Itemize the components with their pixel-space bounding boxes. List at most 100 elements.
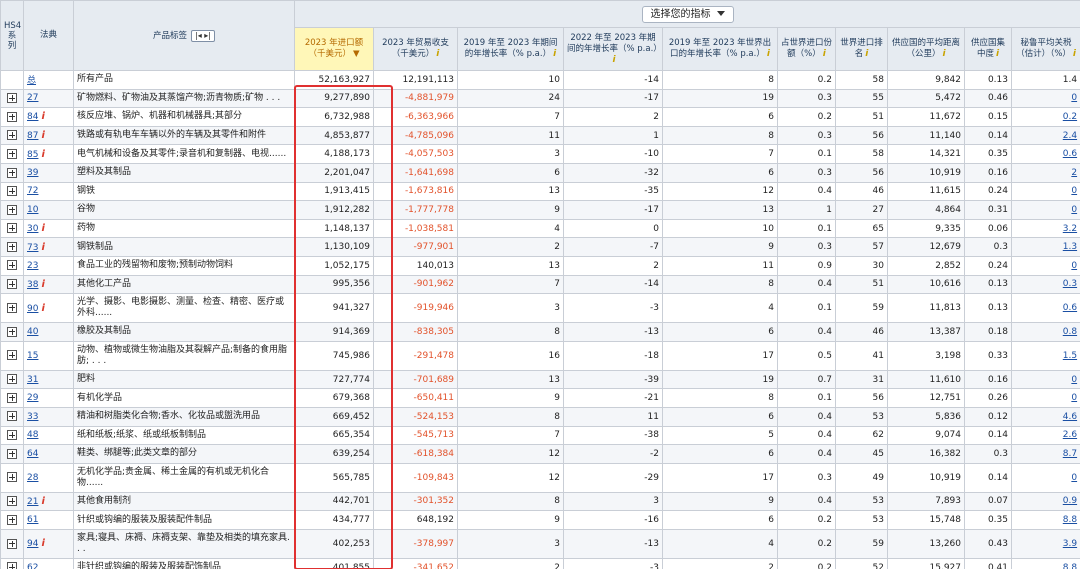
tariff-value-link[interactable]: 0 <box>1071 473 1077 483</box>
product-code-link[interactable]: 64 <box>27 449 38 459</box>
table-row[interactable]: 总 所有产品 52,163,927 12,191,113 10 -14 8 0.2 58 9,84… <box>0 70 1080 90</box>
info-icon[interactable]: i <box>553 49 556 60</box>
indicator-select[interactable]: 选择您的指标 <box>641 5 734 23</box>
tariff-value-link[interactable]: 4.6 <box>1063 412 1077 422</box>
tariff-value-link[interactable]: 0.3 <box>1063 279 1077 289</box>
expand-plus-icon[interactable] <box>7 223 17 234</box>
info-icon[interactable]: i <box>41 130 44 141</box>
tariff-value-link[interactable]: 0 <box>1071 375 1077 385</box>
product-code-link[interactable]: 总 <box>27 76 36 86</box>
product-code-link[interactable]: 72 <box>27 186 38 196</box>
tariff-value-link[interactable]: 2.6 <box>1063 430 1077 440</box>
product-code-link[interactable]: 27 <box>27 93 38 103</box>
product-code-link[interactable]: 10 <box>27 205 38 215</box>
table-row[interactable]: 21 i 其他食用制剂 442,701 -301,352 8 3 9 0.4 53 7,893 0.0… <box>0 491 1080 512</box>
tariff-value-link[interactable]: 8.7 <box>1063 449 1077 459</box>
column-header-6[interactable]: 占世界进口份额（%） i <box>777 27 836 71</box>
tariff-value-link[interactable]: 0 <box>1071 186 1077 196</box>
tariff-value-link[interactable]: 2 <box>1071 168 1077 178</box>
product-code-link[interactable]: 62 <box>27 563 38 569</box>
column-header-8[interactable]: 供应国的平均距离（公里） i <box>887 27 965 71</box>
expand-plus-icon[interactable] <box>7 374 17 385</box>
table-row[interactable]: 10 谷物 1,912,282 -1,777,778 9 -17 13 1 27 4,864 0.3… <box>0 200 1080 220</box>
tariff-value-link[interactable]: 0.8 <box>1063 327 1077 337</box>
expand-plus-icon[interactable] <box>7 302 17 313</box>
info-icon[interactable]: i <box>41 149 44 160</box>
expand-plus-icon[interactable] <box>7 411 17 422</box>
expand-plus-icon[interactable] <box>7 448 17 459</box>
product-code-link[interactable]: 84 <box>27 112 38 122</box>
tariff-value-link[interactable]: 0.2 <box>1063 112 1077 122</box>
table-row[interactable]: 27 矿物燃料、矿物油及其蒸馏产物;沥青物质;矿物 . . . 9,277,890-… <box>0 88 1080 109</box>
table-row[interactable]: 94 i 家具;寝具、床褥、床褥支架、靠垫及相类的填充家具. . . 402,253-… <box>0 528 1080 559</box>
column-header-3[interactable]: 2019 年至 2023 年期间的年增长率（% p.a.） i <box>457 27 564 71</box>
table-row[interactable]: 87 i 铁路或有轨电车车辆以外的车辆及其零件和附件 4,853,877 -4,785,… <box>0 125 1080 146</box>
info-icon[interactable]: i <box>767 49 770 60</box>
table-row[interactable]: 90 i 光学、摄影、电影摄影、测量、检查、精密、医疗或外科...... 941,32… <box>0 293 1080 324</box>
table-row[interactable]: 39 塑料及其制品 2,201,047 -1,641,698 6 -32 6 0.3 56 10,… <box>0 162 1080 183</box>
table-row[interactable]: 31 肥料 727,774 -701,689 13 -39 19 0.7 31 11,610 0.1… <box>0 369 1080 390</box>
product-code-link[interactable]: 90 <box>27 304 38 314</box>
info-icon[interactable]: i <box>942 49 945 60</box>
info-icon[interactable]: i <box>41 223 44 234</box>
product-code-link[interactable]: 38 <box>27 280 38 290</box>
table-row[interactable]: 48 纸和纸板;纸浆、纸或纸板制制品 665,354 -545,713 7 -38 5 0.4… <box>0 425 1080 446</box>
info-icon[interactable]: i <box>41 242 44 253</box>
table-row[interactable]: 84 i 核反应堆、锅炉、机器和机械器具;其部分 6,732,988 -6,363,96… <box>0 107 1080 127</box>
product-code-link[interactable]: 31 <box>27 375 38 385</box>
tariff-value-link[interactable]: 0 <box>1071 261 1077 271</box>
product-code-link[interactable]: 39 <box>27 168 38 178</box>
tariff-value-link[interactable]: 0 <box>1071 393 1077 403</box>
expand-plus-icon[interactable] <box>7 186 17 197</box>
table-row[interactable]: 62 非针织或钩编的服装及服装配饰制品 401,855 -341,652 2 -3 2 0.2… <box>0 557 1080 569</box>
column-header-5[interactable]: 2019 年至 2023 年世界出口的年增长率（% p.a.） i <box>662 27 778 71</box>
column-width-toggle-icon[interactable]: |◂ ▸| <box>191 29 215 42</box>
info-icon[interactable]: i <box>41 111 44 122</box>
info-icon[interactable]: i <box>41 303 44 314</box>
info-icon[interactable]: i <box>436 49 439 60</box>
table-row[interactable]: 61 针织或钩编的服装及服装配件制品 434,777 648,192 9 -16 6 0.2 5… <box>0 510 1080 530</box>
table-row[interactable]: 40 橡胶及其制品 914,369 -838,305 8 -13 6 0.4 46 13,387 0… <box>0 322 1080 342</box>
expand-plus-icon[interactable] <box>7 326 17 337</box>
tariff-value-link[interactable]: 0.6 <box>1063 303 1077 313</box>
info-icon[interactable]: i <box>996 49 999 60</box>
product-code-link[interactable]: 40 <box>27 327 38 337</box>
expand-plus-icon[interactable] <box>7 350 17 361</box>
expand-plus-icon[interactable] <box>7 204 17 215</box>
expand-plus-icon[interactable] <box>7 241 17 252</box>
expand-plus-icon[interactable] <box>7 148 17 159</box>
info-icon[interactable]: i <box>41 279 44 290</box>
tariff-value-link[interactable]: 1.3 <box>1063 242 1077 252</box>
column-header-9[interactable]: 供应国集中度 i <box>964 27 1012 71</box>
product-code-link[interactable]: 87 <box>27 131 38 141</box>
expand-plus-icon[interactable] <box>7 562 17 569</box>
expand-plus-icon[interactable] <box>7 514 17 525</box>
product-label-header[interactable]: 产品标签 |◂ ▸| <box>73 0 295 71</box>
product-code-link[interactable]: 33 <box>27 412 38 422</box>
expand-plus-icon[interactable] <box>7 260 17 271</box>
table-row[interactable]: 30 i 药物 1,148,137 -1,038,581 4 0 10 0.1 65 9,335 0.… <box>0 218 1080 239</box>
column-header-2[interactable]: 2023 年贸易收支（千美元） i <box>373 27 458 71</box>
table-row[interactable]: 29 有机化学品 679,368 -650,411 9 -21 8 0.1 56 12,751 0.… <box>0 388 1080 408</box>
expand-plus-icon[interactable] <box>7 167 17 178</box>
product-code-link[interactable]: 94 <box>27 539 38 549</box>
table-row[interactable]: 23 食品工业的残留物和废物;预制动物饲料 1,052,175 140,013 13 2 1… <box>0 255 1080 276</box>
tariff-value-link[interactable]: 1.5 <box>1063 351 1077 361</box>
tariff-value-link[interactable]: 8.8 <box>1063 563 1077 569</box>
info-icon[interactable]: i <box>41 496 44 507</box>
product-code-link[interactable]: 30 <box>27 224 38 234</box>
tariff-value-link[interactable]: 8.8 <box>1063 515 1077 525</box>
expand-plus-icon[interactable] <box>7 130 17 141</box>
expand-plus-icon[interactable] <box>7 472 17 483</box>
product-code-link[interactable]: 85 <box>27 150 38 160</box>
column-header-4[interactable]: 2022 年至 2023 年期间的年增长率（% p.a.）i <box>563 27 663 71</box>
column-header-7[interactable]: 世界进口排名 i <box>835 27 888 71</box>
product-code-link[interactable]: 73 <box>27 243 38 253</box>
expand-plus-icon[interactable] <box>7 430 17 441</box>
tariff-value-link[interactable]: 0.9 <box>1063 496 1077 506</box>
table-row[interactable]: 85 i 电气机械和设备及其零件;录音机和复制器、电视...... 4,188,173… <box>0 144 1080 164</box>
table-row[interactable]: 33 精油和树脂类化合物;香水、化妆品或盥洗用品 669,452 -524,153 8 1… <box>0 406 1080 427</box>
product-code-link[interactable]: 23 <box>27 261 38 271</box>
product-code-link[interactable]: 21 <box>27 497 38 507</box>
column-header-1[interactable]: 2023 年进口额（千美元） ▼ <box>294 27 374 71</box>
